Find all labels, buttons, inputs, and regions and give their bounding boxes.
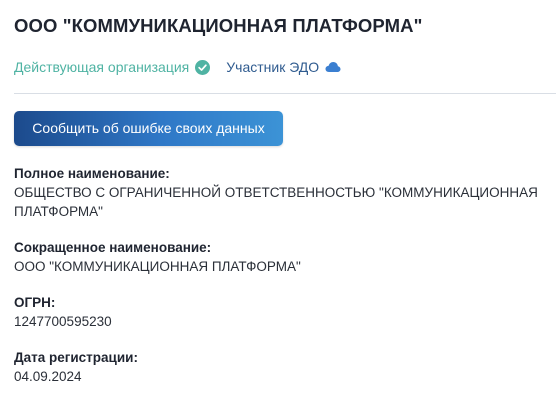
registration-date-field: Дата регистрации: 04.09.2024 <box>14 349 544 386</box>
ogrn-value: 1247700595230 <box>14 314 112 329</box>
short-name-value: ООО "КОММУНИКАЦИОННАЯ ПЛАТФОРМА" <box>14 259 301 274</box>
ogrn-label: ОГРН: <box>14 295 56 310</box>
short-name-field: Сокращенное наименование: ООО "КОММУНИКА… <box>14 239 544 276</box>
status-row: Действующая организация Участник ЭДО <box>14 57 557 77</box>
ogrn-field: ОГРН: 1247700595230 <box>14 294 544 331</box>
edo-status-label[interactable]: Участник ЭДО <box>226 59 319 75</box>
divider <box>14 93 556 94</box>
registration-date-value: 04.09.2024 <box>14 369 82 384</box>
company-title: ООО "КОММУНИКАЦИОННАЯ ПЛАТФОРМА" <box>14 15 423 36</box>
short-name-label: Сокращенное наименование: <box>14 240 212 255</box>
active-status-label: Действующая организация <box>14 59 190 75</box>
edo-status[interactable]: Участник ЭДО <box>226 59 341 75</box>
report-error-button[interactable]: Сообщить об ошибке своих данных <box>14 111 283 146</box>
full-name-value-line1: ОБЩЕСТВО С ОГРАНИЧЕННОЙ ОТВЕТСТВЕННОСТЬЮ… <box>14 185 538 200</box>
cloud-icon <box>325 61 341 73</box>
full-name-field: Полное наименование: ОБЩЕСТВО С ОГРАНИЧЕ… <box>14 165 544 221</box>
company-details: Полное наименование: ОБЩЕСТВО С ОГРАНИЧЕ… <box>14 165 544 404</box>
active-status: Действующая организация <box>14 59 211 75</box>
full-name-value: ОБЩЕСТВО С ОГРАНИЧЕННОЙ ОТВЕТСТВЕННОСТЬЮ… <box>14 183 544 221</box>
check-circle-icon <box>195 59 211 75</box>
full-name-value-line2: ПЛАТФОРМА" <box>14 204 103 219</box>
registration-date-label: Дата регистрации: <box>14 350 138 365</box>
full-name-label: Полное наименование: <box>14 166 170 181</box>
